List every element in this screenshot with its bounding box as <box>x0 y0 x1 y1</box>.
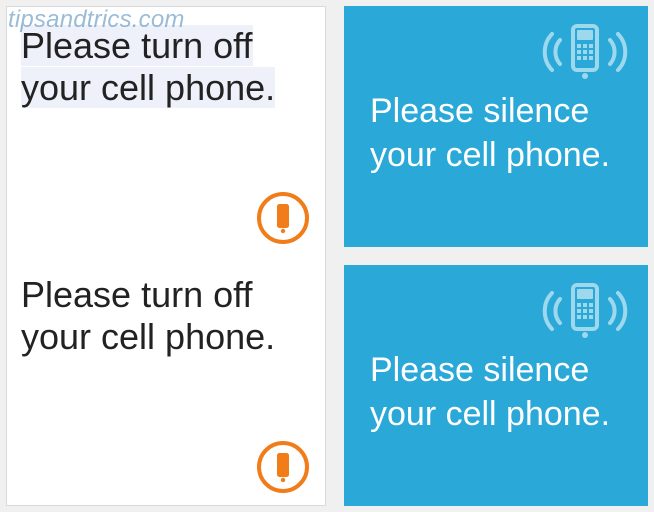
white-card-2: Please turn off your cell phone. <box>7 256 325 505</box>
blue-card-2-message: Please silence your cell phone. <box>370 349 630 436</box>
blue-card-1-message: Please silence your cell phone. <box>370 90 630 177</box>
left-column: Please turn off your cell phone. Please … <box>6 6 326 506</box>
white-card-1: Please turn off your cell phone. <box>7 7 325 256</box>
white-card-1-message: Please turn off your cell phone. <box>21 25 275 108</box>
phone-icon <box>255 439 311 495</box>
phone-icon <box>255 190 311 246</box>
phone-ringing-icon <box>540 279 630 343</box>
slide-gallery: Please turn off your cell phone. Please … <box>0 0 654 512</box>
phone-ringing-icon <box>540 20 630 84</box>
blue-card-2: Please silence your cell phone. <box>344 265 648 506</box>
blue-card-1: Please silence your cell phone. <box>344 6 648 247</box>
right-column: Please silence your cell phone. <box>344 6 648 506</box>
white-card-2-message: Please turn off your cell phone. <box>21 274 275 357</box>
